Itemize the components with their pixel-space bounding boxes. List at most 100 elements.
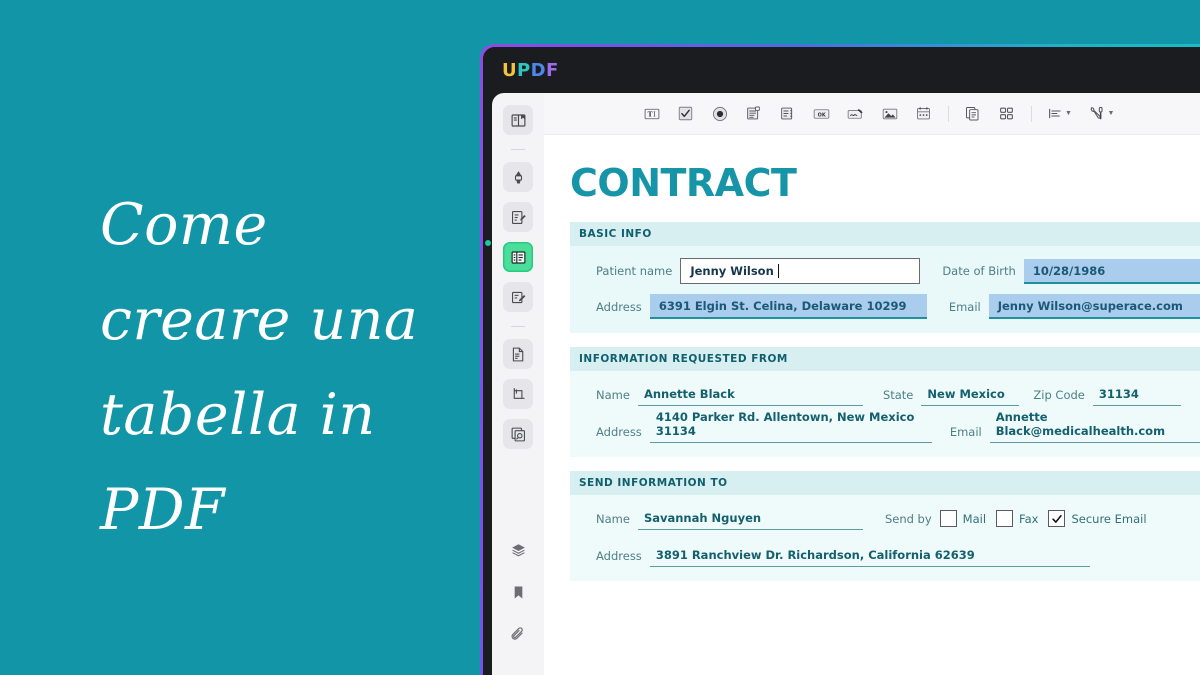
promo-heading: Come creare una tabella in PDF [100, 192, 419, 543]
field-label-name-send: Name [596, 511, 630, 526]
sidebar-item-ocr[interactable] [503, 419, 533, 449]
sidebar-item-reader[interactable] [503, 105, 533, 135]
checkbox-secure-email-label: Secure Email [1071, 511, 1147, 526]
checkbox-secure-email[interactable]: Secure Email [1048, 510, 1156, 527]
field-label-date-of-birth: Date of Birth [942, 264, 1016, 278]
sidebar-bottom-group [492, 535, 544, 661]
field-input-patient-name[interactable]: Jenny Wilson [680, 258, 921, 284]
field-input-state[interactable]: New Mexico [921, 383, 1020, 406]
field-value-address-basic: 6391 Elgin St. Celina, Delaware 10299 [658, 299, 907, 313]
field-label-email-requested: Email [949, 424, 982, 439]
window-gutter [483, 93, 492, 675]
check-box-button[interactable] [669, 99, 703, 129]
text-caret [777, 264, 780, 278]
sidebar-item-prepare-form[interactable] [503, 242, 533, 272]
bookmark-icon [514, 586, 522, 598]
push-button-button[interactable]: OK [805, 99, 839, 129]
pdf-page[interactable]: CONTRACT BASIC INFO Patient name Jenny W… [544, 135, 1200, 675]
field-input-email-requested[interactable]: Annette Black@medicalhealth.com [989, 410, 1200, 443]
list-box-icon [747, 106, 761, 120]
checkbox-fax[interactable]: Fax [996, 510, 1048, 527]
field-input-name-send[interactable]: Savannah Nguyen [637, 507, 863, 530]
sidebar-item-attachments[interactable] [503, 619, 533, 649]
highlighter-icon [514, 170, 522, 183]
sign-pdf-icon [511, 291, 525, 303]
chevron-down-icon: ▼ [1107, 110, 1115, 117]
svg-text:OK: OK [818, 112, 826, 118]
dropdown-icon [781, 107, 793, 120]
logo-letter-f: F [545, 59, 559, 81]
dropdown-button[interactable] [771, 99, 805, 129]
app-body: T I OK ▼ ▼ CONTRACT BASIC INFO Patient n… [483, 93, 1200, 675]
field-value-address-requested: 4140 Parker Rd. Allentown, New Mexico 31… [655, 410, 915, 438]
toolbar-separator-1 [947, 105, 949, 122]
field-label-address-basic: Address [596, 299, 642, 314]
svg-text:T: T [648, 110, 653, 118]
list-box-button[interactable] [737, 99, 771, 129]
date-field-icon [917, 107, 931, 120]
check-box-icon [679, 106, 693, 121]
field-value-date-of-birth: 10/28/1986 [1032, 263, 1106, 278]
sidebar-item-comment[interactable] [503, 162, 533, 192]
radio-button-button[interactable] [703, 99, 737, 129]
field-value-email-basic: Jenny Wilson@superace.com [997, 299, 1183, 313]
form-tools-button[interactable]: ▼ [1081, 99, 1123, 129]
field-input-address-requested[interactable]: 4140 Parker Rd. Allentown, New Mexico 31… [649, 410, 932, 443]
field-input-name-requested[interactable]: Annette Black [637, 383, 863, 406]
signature-field-button[interactable] [839, 99, 873, 129]
image-field-icon [882, 108, 898, 119]
field-value-state: New Mexico [927, 387, 1005, 401]
text-field-icon: T I [644, 108, 660, 119]
content-column: T I OK ▼ ▼ CONTRACT BASIC INFO Patient n… [544, 93, 1200, 675]
section-body: Name Annette Black State New Mexico Zip … [570, 371, 1200, 457]
app-window: U P D F T I OK ▼ ▼ CONTRACT BASIC INFO P… [480, 44, 1200, 675]
sidebar-item-organize-pages[interactable] [503, 339, 533, 369]
section-heading: SEND INFORMATION TO [570, 471, 1200, 495]
section-send-information-to: SEND INFORMATION TO Name Savannah Nguyen… [570, 471, 1200, 581]
multiple-copy-button[interactable] [990, 99, 1024, 129]
checkbox-fax-label: Fax [1019, 511, 1039, 526]
send-by-label: Send by [884, 511, 932, 526]
field-input-zip-code[interactable]: 31134 [1092, 383, 1181, 406]
checkbox-fax-box[interactable] [996, 510, 1014, 527]
field-input-address-send[interactable]: 3891 Ranchview Dr. Richardson, Californi… [649, 544, 1090, 567]
date-field-button[interactable] [907, 99, 941, 129]
form-toolbar: T I OK ▼ ▼ [544, 93, 1200, 135]
align-button[interactable]: ▼ [1039, 99, 1081, 129]
updf-logo: U P D F [502, 60, 559, 81]
field-value-patient-name: Jenny Wilson [690, 264, 774, 278]
checkbox-mail[interactable]: Mail [939, 510, 996, 527]
section-information-requested-from: INFORMATION REQUESTED FROM Name Annette … [570, 347, 1200, 457]
sidebar-item-layers[interactable] [503, 535, 533, 565]
attachment-icon [511, 626, 523, 640]
sidebar-item-sign-pdf[interactable] [503, 282, 533, 312]
field-label-name-requested: Name [596, 387, 630, 402]
tools-icon [1091, 106, 1103, 120]
text-field-button[interactable]: T I [635, 99, 669, 129]
page-title: CONTRACT [570, 161, 797, 205]
checkbox-secure-email-box[interactable] [1048, 510, 1066, 527]
image-field-button[interactable] [873, 99, 907, 129]
field-value-address-send: 3891 Ranchview Dr. Richardson, Californi… [655, 548, 975, 562]
checkbox-mail-box[interactable] [939, 510, 957, 527]
checkbox-mail-label: Mail [962, 511, 987, 526]
field-value-email-requested: Annette Black@medicalhealth.com [995, 410, 1166, 438]
sidebar-item-crop[interactable] [503, 379, 533, 409]
chevron-down-icon: ▼ [1064, 110, 1072, 117]
push-button-icon: OK [814, 108, 830, 119]
field-label-zip-code: Zip Code [1033, 387, 1085, 402]
promo-panel: Come creare una tabella in PDF [0, 0, 480, 675]
copy-field-button[interactable] [956, 99, 990, 129]
field-input-date-of-birth[interactable]: 10/28/1986 [1023, 258, 1200, 284]
multiple-copy-icon [1000, 107, 1014, 120]
logo-letter-u: U [502, 59, 518, 81]
sidebar-item-bookmarks[interactable] [503, 577, 533, 607]
tool-sidebar [492, 93, 544, 675]
signature-field-icon [848, 108, 864, 119]
check-icon [1052, 514, 1062, 523]
field-input-address-basic[interactable]: 6391 Elgin St. Celina, Delaware 10299 [649, 294, 927, 319]
sidebar-item-edit-pdf[interactable] [503, 202, 533, 232]
section-body: Patient name Jenny Wilson Date of Birth … [570, 246, 1200, 333]
field-input-email-basic[interactable]: Jenny Wilson@superace.com [988, 294, 1200, 319]
form-row: Address 6391 Elgin St. Celina, Delaware … [570, 294, 1200, 319]
